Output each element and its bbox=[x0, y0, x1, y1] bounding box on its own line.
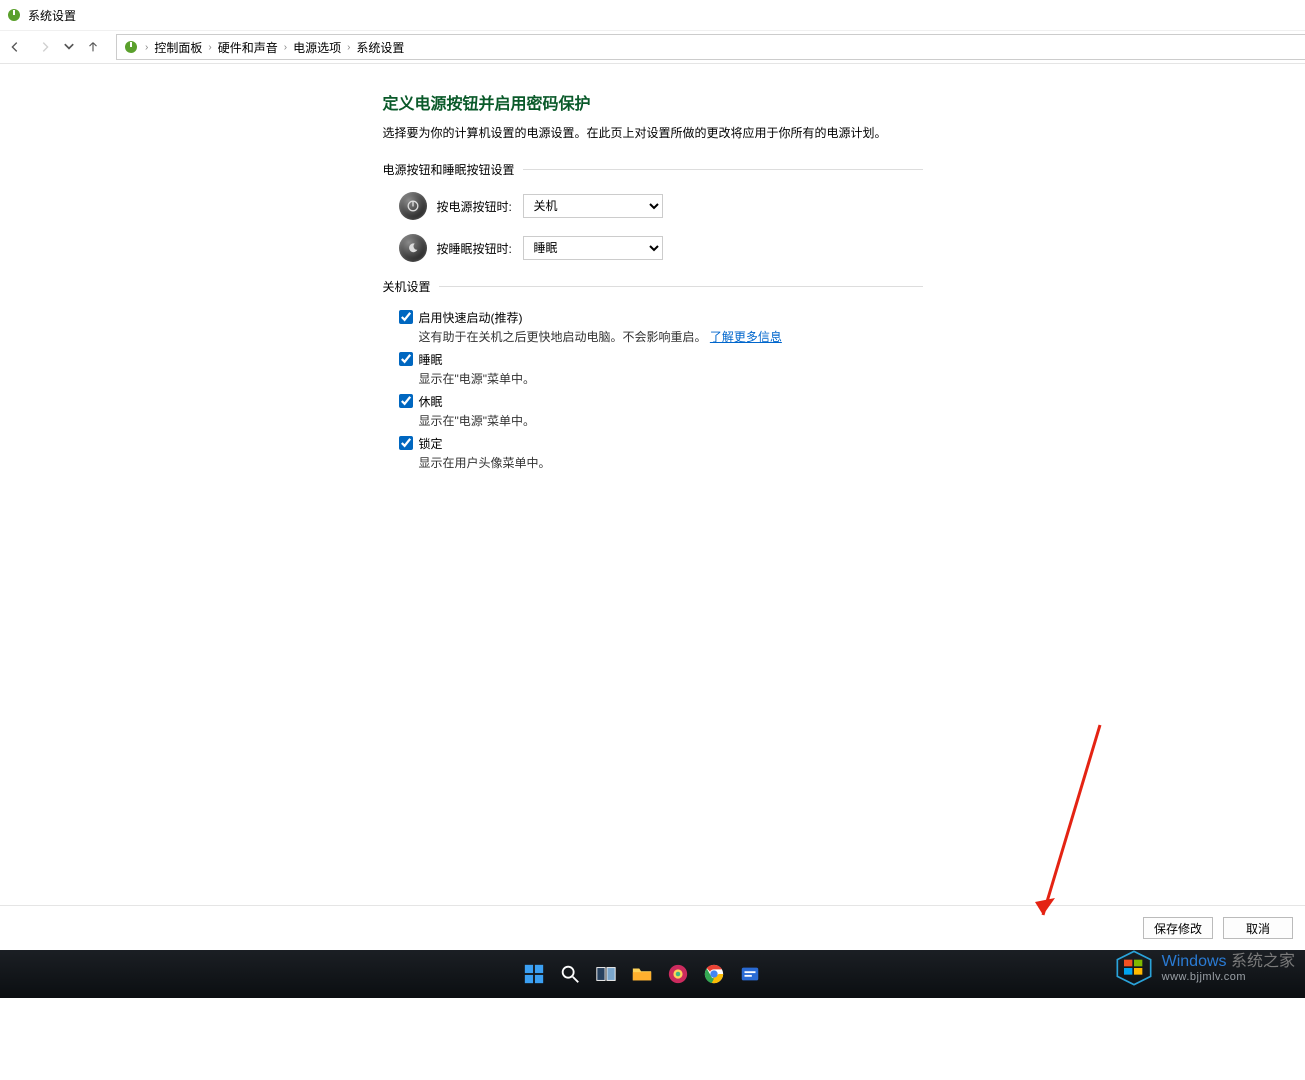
hibernate-option-checkbox[interactable] bbox=[399, 394, 413, 408]
chevron-right-icon[interactable]: › bbox=[345, 42, 352, 53]
cancel-button[interactable]: 取消 bbox=[1223, 917, 1293, 939]
sleep-button-label: 按睡眠按钮时: bbox=[437, 240, 523, 257]
breadcrumb-item: 系统设置 bbox=[352, 39, 408, 56]
settings-panel: 定义电源按钮并启用密码保护 选择要为你的计算机设置的电源设置。在此页上对设置所做… bbox=[383, 90, 923, 950]
forward-button[interactable] bbox=[30, 32, 60, 62]
chevron-right-icon[interactable]: › bbox=[206, 42, 213, 53]
watermark-url: www.bjjmlv.com bbox=[1162, 971, 1295, 984]
window-title: 系统设置 bbox=[28, 7, 76, 24]
footer-strip bbox=[0, 998, 1305, 1080]
page-description: 选择要为你的计算机设置的电源设置。在此页上对设置所做的更改将应用于你所有的电源计… bbox=[383, 124, 923, 141]
breadcrumb-item[interactable]: 硬件和声音 bbox=[214, 39, 282, 56]
sleep-option-label: 睡眠 bbox=[419, 351, 923, 368]
chrome-icon[interactable] bbox=[700, 960, 728, 988]
navigation-bar: › 控制面板 › 硬件和声音 › 电源选项 › 系统设置 bbox=[0, 31, 1305, 64]
power-button-row: 按电源按钮时: 关机 bbox=[399, 192, 923, 220]
fast-startup-desc: 这有助于在关机之后更快地启动电脑。不会影响重启。 了解更多信息 bbox=[419, 328, 923, 345]
sleep-icon bbox=[399, 234, 427, 262]
fast-startup-label: 启用快速启动(推荐) bbox=[419, 309, 923, 326]
save-button[interactable]: 保存修改 bbox=[1143, 917, 1213, 939]
app-icon[interactable] bbox=[736, 960, 764, 988]
page-heading: 定义电源按钮并启用密码保护 bbox=[383, 90, 923, 114]
file-explorer-icon[interactable] bbox=[628, 960, 656, 988]
title-bar: 系统设置 bbox=[0, 0, 1305, 31]
content-area: 定义电源按钮并启用密码保护 选择要为你的计算机设置的电源设置。在此页上对设置所做… bbox=[0, 62, 1305, 950]
lock-option-row: 锁定 显示在用户头像菜单中。 bbox=[399, 435, 923, 471]
breadcrumb-item[interactable]: 控制面板 bbox=[150, 39, 206, 56]
lock-option-checkbox[interactable] bbox=[399, 436, 413, 450]
hibernate-option-label: 休眠 bbox=[419, 393, 923, 410]
sleep-option-checkbox[interactable] bbox=[399, 352, 413, 366]
task-view-icon[interactable] bbox=[592, 960, 620, 988]
chevron-right-icon[interactable]: › bbox=[282, 42, 289, 53]
fast-startup-row: 启用快速启动(推荐) 这有助于在关机之后更快地启动电脑。不会影响重启。 了解更多… bbox=[399, 309, 923, 345]
watermark: Windows 系统之家 www.bjjmlv.com bbox=[1114, 948, 1295, 988]
hibernate-option-row: 休眠 显示在"电源"菜单中。 bbox=[399, 393, 923, 429]
fast-startup-checkbox[interactable] bbox=[399, 310, 413, 324]
chevron-right-icon[interactable]: › bbox=[143, 42, 150, 53]
hibernate-option-desc: 显示在"电源"菜单中。 bbox=[419, 412, 923, 429]
power-buttons-legend: 电源按钮和睡眠按钮设置 bbox=[383, 161, 923, 178]
breadcrumb-item[interactable]: 电源选项 bbox=[289, 39, 345, 56]
up-button[interactable] bbox=[78, 32, 108, 62]
footer-button-bar: 保存修改 取消 bbox=[0, 905, 1305, 950]
lock-option-desc: 显示在用户头像菜单中。 bbox=[419, 454, 923, 471]
lock-option-label: 锁定 bbox=[419, 435, 923, 452]
address-bar[interactable]: › 控制面板 › 硬件和声音 › 电源选项 › 系统设置 bbox=[116, 34, 1305, 60]
search-icon[interactable] bbox=[556, 960, 584, 988]
watermark-logo-icon bbox=[1114, 948, 1154, 988]
power-button-label: 按电源按钮时: bbox=[437, 198, 523, 215]
start-button[interactable] bbox=[520, 960, 548, 988]
power-button-action-select[interactable]: 关机 bbox=[523, 194, 663, 218]
power-options-icon bbox=[123, 39, 139, 55]
shutdown-settings-legend: 关机设置 bbox=[383, 278, 923, 295]
sleep-option-desc: 显示在"电源"菜单中。 bbox=[419, 370, 923, 387]
recent-locations-button[interactable] bbox=[60, 32, 78, 62]
learn-more-link[interactable]: 了解更多信息 bbox=[710, 330, 782, 344]
sleep-button-row: 按睡眠按钮时: 睡眠 bbox=[399, 234, 923, 262]
watermark-title: Windows 系统之家 bbox=[1162, 952, 1295, 971]
power-icon bbox=[399, 192, 427, 220]
taskbar bbox=[0, 950, 1305, 998]
back-button[interactable] bbox=[0, 32, 30, 62]
sleep-button-action-select[interactable]: 睡眠 bbox=[523, 236, 663, 260]
browser-icon[interactable] bbox=[664, 960, 692, 988]
sleep-option-row: 睡眠 显示在"电源"菜单中。 bbox=[399, 351, 923, 387]
power-options-icon bbox=[6, 7, 22, 23]
